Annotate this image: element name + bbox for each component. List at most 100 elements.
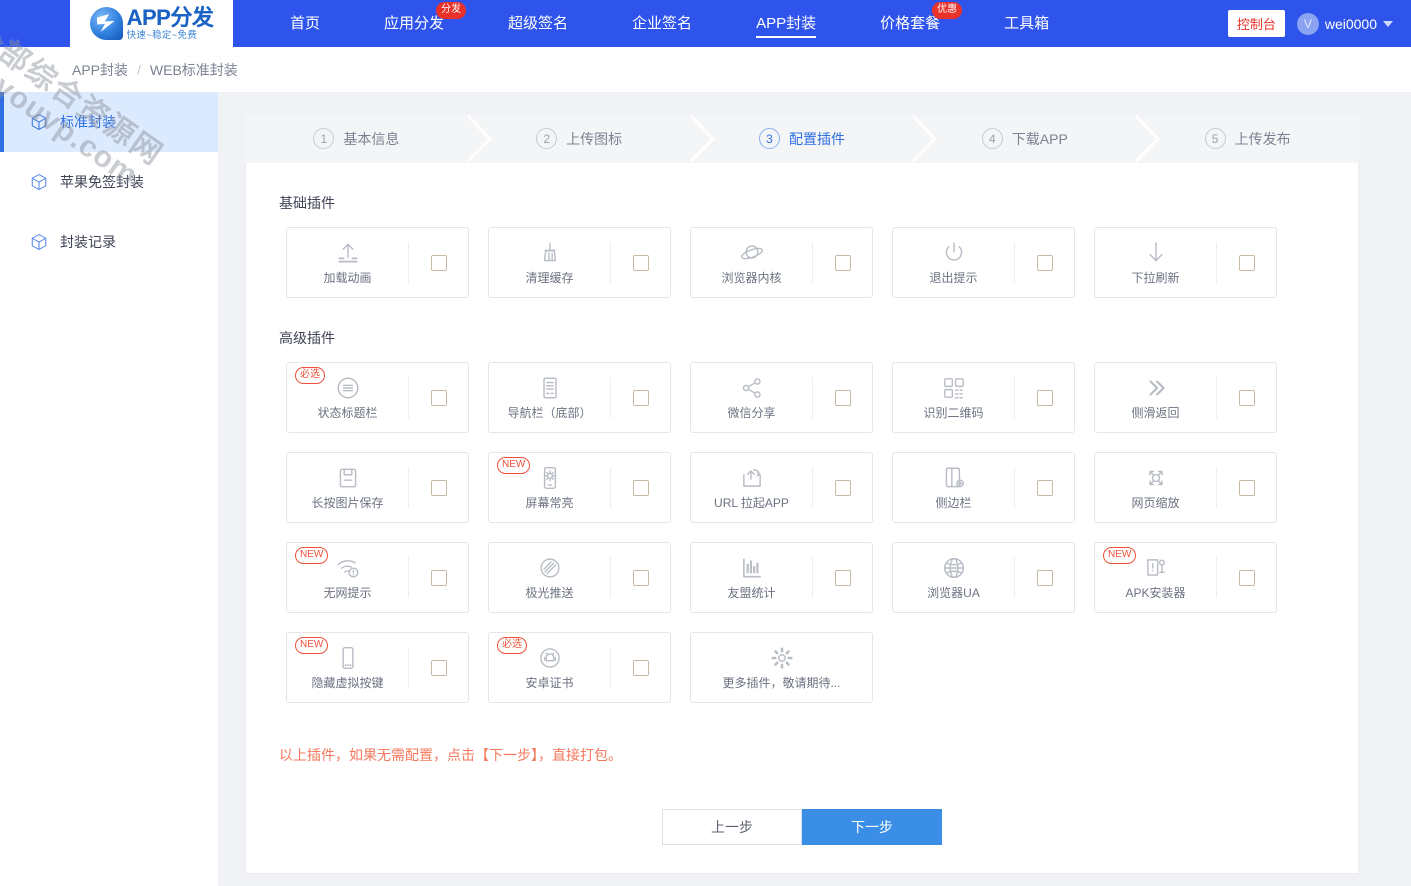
nav-item-7[interactable]: 工具箱 bbox=[1004, 0, 1049, 47]
plugin-card[interactable]: 极光推送 bbox=[488, 542, 671, 613]
plugin-body: 长按图片保存 bbox=[287, 453, 408, 522]
plugin-checkbox-cell[interactable] bbox=[408, 647, 468, 688]
plugin-checkbox[interactable] bbox=[632, 659, 649, 676]
plugin-card[interactable]: 识别二维码 bbox=[892, 362, 1075, 433]
plugin-checkbox-cell[interactable] bbox=[610, 557, 670, 598]
plugin-card[interactable]: 友盟统计 bbox=[690, 542, 873, 613]
plugin-card[interactable]: NEW APK安装器 bbox=[1094, 542, 1277, 613]
plugin-checkbox-cell[interactable] bbox=[610, 242, 670, 283]
step-number: 1 bbox=[313, 128, 335, 149]
step-4[interactable]: 4 下载APP bbox=[913, 114, 1160, 163]
plugin-checkbox[interactable] bbox=[1036, 389, 1053, 406]
plugin-checkbox[interactable] bbox=[430, 659, 447, 676]
plugin-card[interactable]: 浏览器UA bbox=[892, 542, 1075, 613]
plugin-checkbox-cell[interactable] bbox=[1014, 242, 1074, 283]
nav-item-4[interactable]: 企业签名 bbox=[632, 0, 692, 47]
step-3[interactable]: 3 配置插件 bbox=[690, 114, 938, 163]
plugin-checkbox[interactable] bbox=[1238, 569, 1255, 586]
sidebar-item-label: 苹果免签封装 bbox=[60, 174, 144, 190]
plugin-card[interactable]: 清理缓存 bbox=[488, 227, 671, 298]
plugin-checkbox-cell[interactable] bbox=[1014, 557, 1074, 598]
plugin-card[interactable]: 微信分享 bbox=[690, 362, 873, 433]
plugin-tag: NEW bbox=[1103, 547, 1137, 564]
plugin-checkbox[interactable] bbox=[1036, 569, 1053, 586]
plugin-card[interactable]: NEW 屏幕常亮 bbox=[488, 452, 671, 523]
step-5[interactable]: 5 上传发布 bbox=[1136, 114, 1359, 163]
plugin-checkbox[interactable] bbox=[632, 479, 649, 496]
plugin-checkbox-cell[interactable] bbox=[812, 467, 872, 508]
site-logo[interactable]: APP分发 快速~稳定~免费 bbox=[70, 0, 233, 47]
step-1[interactable]: 1 基本信息 bbox=[245, 114, 492, 163]
plugin-checkbox-cell[interactable] bbox=[812, 557, 872, 598]
plugin-card[interactable]: 必选 状态标题栏 bbox=[286, 362, 469, 433]
plugin-checkbox-cell[interactable] bbox=[1014, 467, 1074, 508]
logo-title: APP分发 bbox=[126, 4, 214, 30]
cube-icon bbox=[30, 173, 48, 191]
plugin-checkbox-cell[interactable] bbox=[408, 242, 468, 283]
step-2[interactable]: 2 上传图标 bbox=[467, 114, 715, 163]
console-button[interactable]: 控制台 bbox=[1227, 10, 1285, 37]
plugin-card[interactable]: NEW 无网提示 bbox=[286, 542, 469, 613]
plugin-checkbox[interactable] bbox=[834, 479, 851, 496]
plugin-card[interactable]: URL 拉起APP bbox=[690, 452, 873, 523]
prev-step-button[interactable]: 上一步 bbox=[662, 809, 802, 845]
nav-item-1[interactable]: 首页 bbox=[290, 0, 320, 47]
plugin-checkbox[interactable] bbox=[430, 479, 447, 496]
user-menu[interactable]: V wei0000 bbox=[1296, 12, 1393, 35]
nav-item-6[interactable]: 价格套餐 优惠 bbox=[880, 0, 963, 47]
plugin-card[interactable]: 侧边栏 bbox=[892, 452, 1075, 523]
plugin-checkbox-cell[interactable] bbox=[812, 377, 872, 418]
plugin-card[interactable]: 浏览器内核 bbox=[690, 227, 873, 298]
plugin-checkbox[interactable] bbox=[632, 569, 649, 586]
packaging-hint: 以上插件，如果无需配置，点击【下一步】，直接打包。 bbox=[279, 747, 622, 763]
nav-item-5[interactable]: APP封装 bbox=[756, 0, 817, 47]
plugin-body: 退出提示 bbox=[893, 228, 1014, 297]
plugin-checkbox-cell[interactable] bbox=[1216, 557, 1276, 598]
plugin-card[interactable]: 长按图片保存 bbox=[286, 452, 469, 523]
plugin-card[interactable]: 加载动画 bbox=[286, 227, 469, 298]
plugin-card[interactable]: 必选 安卓证书 bbox=[488, 632, 671, 703]
plugin-checkbox[interactable] bbox=[1238, 479, 1255, 496]
plugin-card[interactable]: 下拉刷新 bbox=[1094, 227, 1277, 298]
plugin-checkbox[interactable] bbox=[632, 389, 649, 406]
plugin-checkbox-cell[interactable] bbox=[812, 242, 872, 283]
plugin-checkbox-cell[interactable] bbox=[610, 377, 670, 418]
planet-icon bbox=[739, 240, 765, 266]
sidebar-item-1[interactable]: 标准封装 bbox=[0, 92, 218, 152]
plugin-checkbox-cell[interactable] bbox=[1014, 377, 1074, 418]
share-icon bbox=[739, 375, 765, 401]
plugin-checkbox[interactable] bbox=[430, 254, 447, 271]
plugin-checkbox-cell[interactable] bbox=[408, 557, 468, 598]
plugin-checkbox[interactable] bbox=[834, 389, 851, 406]
plugin-card[interactable]: NEW 隐藏虚拟按键 bbox=[286, 632, 469, 703]
plugin-card[interactable]: 网页缩放 bbox=[1094, 452, 1277, 523]
breadcrumb-parent[interactable]: APP封装 bbox=[72, 60, 128, 80]
plugin-checkbox[interactable] bbox=[430, 569, 447, 586]
plugin-checkbox[interactable] bbox=[1036, 254, 1053, 271]
plugin-card[interactable]: 退出提示 bbox=[892, 227, 1075, 298]
plugin-checkbox[interactable] bbox=[834, 569, 851, 586]
plugin-card[interactable]: 导航栏（底部） bbox=[488, 362, 671, 433]
plugin-checkbox[interactable] bbox=[430, 389, 447, 406]
plugin-checkbox[interactable] bbox=[1036, 479, 1053, 496]
plugin-checkbox[interactable] bbox=[1238, 389, 1255, 406]
plugin-card[interactable]: 更多插件，敬请期待... bbox=[690, 632, 873, 703]
plugin-card[interactable]: 侧滑返回 bbox=[1094, 362, 1277, 433]
nav-item-3[interactable]: 超级签名 bbox=[508, 0, 568, 47]
plugin-checkbox-cell[interactable] bbox=[1216, 242, 1276, 283]
plugin-checkbox-cell[interactable] bbox=[610, 647, 670, 688]
plugin-checkbox[interactable] bbox=[834, 254, 851, 271]
plugin-checkbox[interactable] bbox=[632, 254, 649, 271]
step-label: 基本信息 bbox=[343, 130, 400, 147]
next-step-button[interactable]: 下一步 bbox=[802, 809, 942, 845]
sidebar-item-2[interactable]: 苹果免签封装 bbox=[0, 152, 218, 212]
plugin-checkbox-cell[interactable] bbox=[408, 377, 468, 418]
plugin-checkbox-cell[interactable] bbox=[610, 467, 670, 508]
plugin-checkbox-cell[interactable] bbox=[1216, 377, 1276, 418]
plugin-checkbox-cell[interactable] bbox=[1216, 467, 1276, 508]
nav-item-2[interactable]: 应用分发 分发 bbox=[384, 0, 467, 47]
sidebar-item-3[interactable]: 封装记录 bbox=[0, 212, 218, 272]
plugin-checkbox[interactable] bbox=[1238, 254, 1255, 271]
plugin-label: 侧滑返回 bbox=[1131, 405, 1180, 420]
plugin-checkbox-cell[interactable] bbox=[408, 467, 468, 508]
